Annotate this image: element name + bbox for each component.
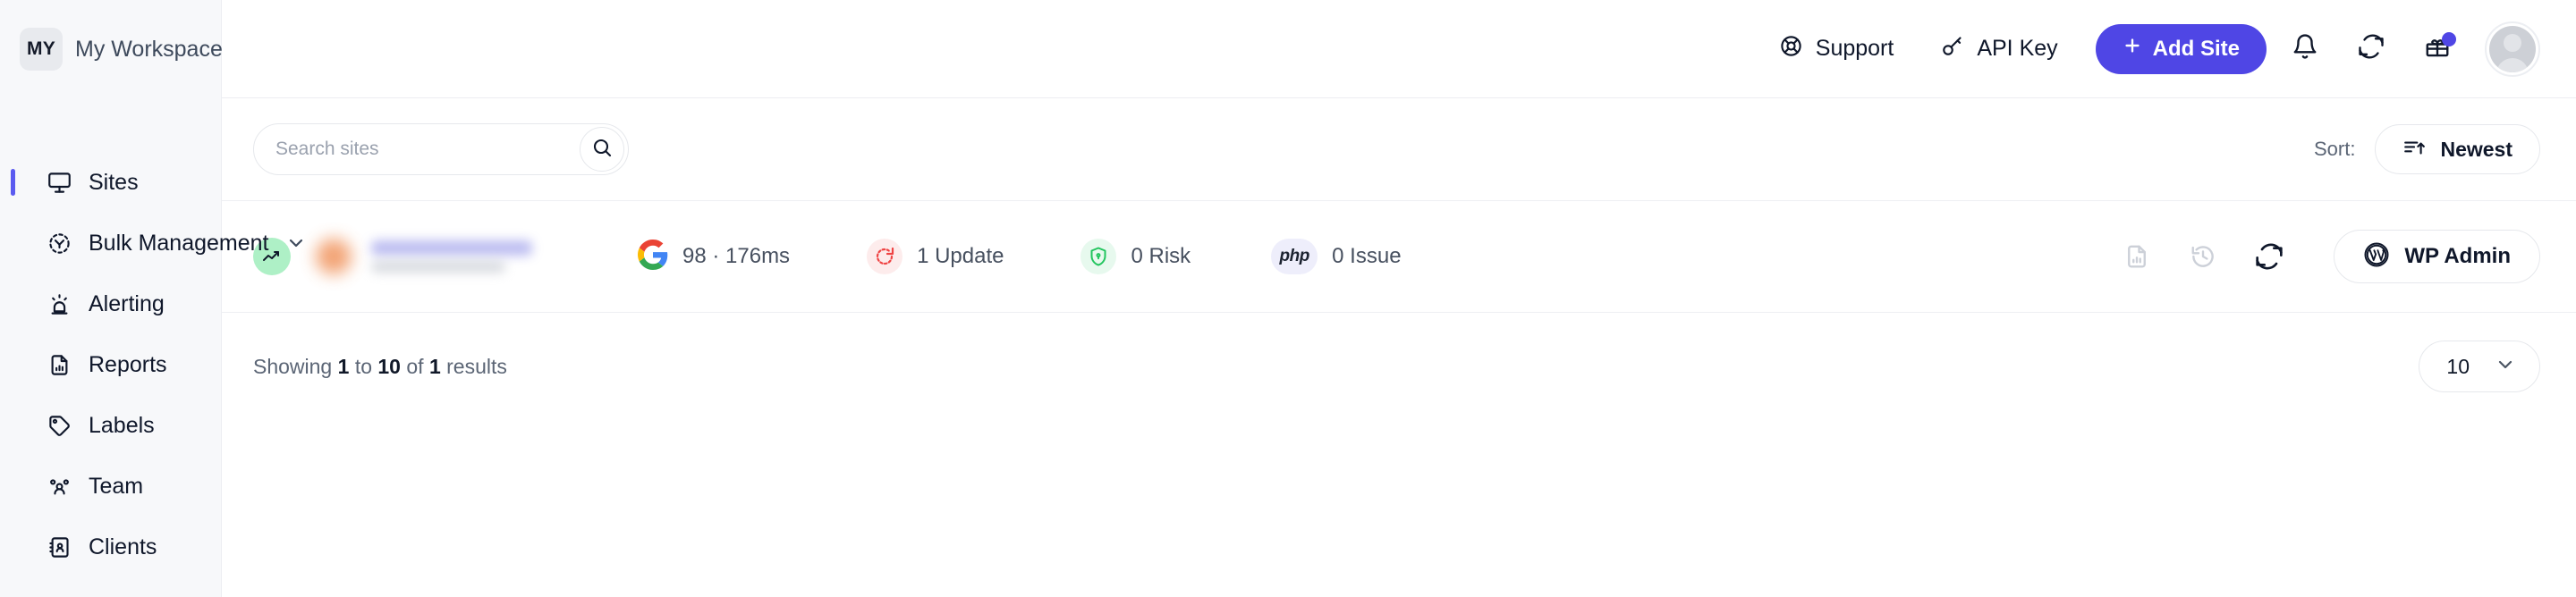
site-identity [316,239,584,274]
metric-value: 0 Risk [1131,244,1191,268]
key-icon [1940,34,1964,64]
showing-to-word: to [354,354,372,378]
wp-admin-label: WP Admin [2404,244,2511,268]
search-icon [591,137,613,163]
sidebar-item-sites[interactable]: Sites [0,152,221,213]
row-actions: WP Admin [2119,230,2540,283]
sync-button[interactable] [2343,21,2399,77]
per-page-value: 10 [2446,354,2470,378]
update-icon [867,239,903,274]
network-icon [47,231,72,256]
sidebar-item-bulk-management[interactable]: Bulk Management [0,213,302,273]
sidebar-item-label: Alerting [89,290,165,316]
contact-book-icon [47,534,72,560]
sort-label: Sort: [2313,138,2356,160]
monitor-icon [47,170,72,196]
metric-value: 1 Update [917,244,1004,268]
topbar: Support API Key Add Site [222,0,2576,98]
report-doc-icon [47,352,72,378]
sidebar-item-label: Labels [89,412,155,438]
add-site-button[interactable]: Add Site [2095,23,2267,74]
lifebuoy-icon [1779,34,1803,64]
sort-value: Newest [2440,137,2512,161]
metric-php-issues[interactable]: php 0 Issue [1271,239,1402,274]
gift-button[interactable] [2410,21,2465,77]
sidebar-item-label: Sites [89,169,139,195]
showing-from: 1 [337,354,350,378]
plus-icon [2123,36,2142,62]
wordpress-icon [2363,241,2390,273]
api-key-button[interactable]: API Key [1917,34,2080,64]
workspace-switcher[interactable]: MY My Workspace [0,0,316,98]
google-icon [638,239,668,274]
avatar-body [2496,57,2529,72]
siren-icon [47,291,72,317]
sidebar-item-alerting[interactable]: Alerting [0,273,221,334]
metric-value: 98 · 176ms [682,244,791,268]
sort-control: Sort: Newest [2314,124,2540,174]
site-url [371,261,505,273]
per-page-select[interactable]: 10 [2419,341,2540,392]
gift-badge-dot [2442,31,2456,46]
main-content: Support API Key Add Site Search sites So… [222,0,2576,597]
sidebar-item-team[interactable]: Team [0,456,221,517]
pagination-footer: Showing 1 to 10 of 1 results 10 [222,313,2576,420]
sidebar-item-label: Bulk Management [89,230,269,256]
search-button[interactable] [580,127,624,172]
site-metrics: 98 · 176ms 1 Update 0 Risk php 0 Issue [638,239,1402,274]
avatar[interactable] [2485,21,2540,77]
metric-value: 0 Issue [1332,244,1402,268]
workspace-name: My Workspace [75,36,223,62]
wp-admin-button[interactable]: WP Admin [2334,230,2540,283]
showing-total: 1 [428,354,441,378]
sidebar: MY My Workspace Sites Bulk Management Al… [0,0,316,597]
app-root: MY My Workspace Sites Bulk Management Al… [0,0,2576,597]
site-name [371,240,532,256]
sidebar-item-label: Clients [89,534,157,559]
refresh-icon [2358,33,2385,64]
report-file-icon[interactable] [2119,239,2155,274]
metric-updates[interactable]: 1 Update [867,239,1004,274]
tag-icon [47,413,72,439]
notifications-button[interactable] [2277,21,2333,77]
sidebar-item-labels[interactable]: Labels [0,395,221,456]
workspace-initials-badge: MY [20,28,63,71]
showing-to: 10 [377,354,401,378]
metric-pagespeed[interactable]: 98 · 176ms [638,239,791,274]
search-field-wrapper [253,123,629,175]
showing-of-word: of [406,354,424,378]
metric-risk[interactable]: 0 Risk [1080,239,1191,274]
users-icon [47,474,72,500]
sync-icon[interactable] [2251,239,2287,274]
sidebar-nav: Sites Bulk Management Alerting Reports L… [0,152,302,577]
chevron-down-icon[interactable] [285,232,307,254]
shield-icon [1080,239,1117,274]
sort-button[interactable]: Newest [2375,124,2540,174]
chevron-down-icon [2495,354,2516,380]
sidebar-item-clients[interactable]: Clients [0,517,221,577]
support-label: Support [1815,36,1894,61]
sidebar-item-reports[interactable]: Reports [0,334,221,395]
bell-icon [2292,33,2318,64]
table-row[interactable]: 98 · 176ms 1 Update 0 Risk php 0 Issue W… [222,201,2576,313]
showing-suffix: results [446,354,507,378]
php-icon: php [1271,239,1318,274]
avatar-head [2504,33,2521,52]
search-input[interactable] [275,139,580,160]
results-summary: Showing 1 to 10 of 1 results [253,355,507,379]
showing-prefix: Showing [253,354,333,378]
history-icon[interactable] [2185,239,2221,274]
api-key-label: API Key [1977,36,2058,61]
sort-ascending-icon [2402,136,2426,164]
sidebar-item-label: Team [89,473,144,499]
support-button[interactable]: Support [1756,34,1918,64]
site-favicon [316,239,352,274]
toolbar: Sort: Newest [222,98,2576,201]
site-name-group [371,240,532,273]
active-indicator [11,169,15,196]
sidebar-item-label: Reports [89,351,167,377]
add-site-label: Add Site [2152,36,2240,61]
avatar-placeholder [2489,25,2536,72]
